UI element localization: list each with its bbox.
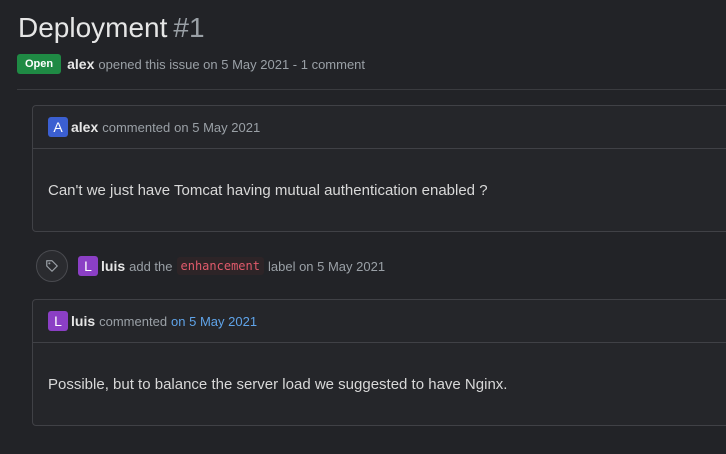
issue-number: #1 [173, 12, 205, 43]
avatar[interactable]: L [78, 256, 98, 276]
event-action: add the [129, 258, 173, 274]
comment-action: commented [102, 119, 171, 135]
status-badge: Open [17, 54, 62, 74]
comment-author-link[interactable]: alex [71, 119, 98, 135]
event-suffix: label on 5 May 2021 [267, 258, 386, 274]
issue-title-text: Deployment [18, 12, 168, 43]
issue-meta: Open alex opened this issue on 5 May 202… [17, 54, 365, 74]
avatar[interactable]: A [48, 117, 68, 137]
tag-icon [36, 250, 68, 282]
event-author-link[interactable]: luis [101, 258, 125, 274]
comment-author-link[interactable]: luis [71, 313, 95, 329]
comment-date[interactable]: on 5 May 2021 [174, 120, 260, 135]
comment-card: L luis commented on 5 May 2021 Possible,… [32, 299, 726, 426]
comment-text: Can't we just have Tomcat having mutual … [48, 181, 488, 199]
timeline-label-event: L luis add the enhancement label on 5 Ma… [36, 250, 385, 282]
label-enhancement[interactable]: enhancement [176, 257, 264, 275]
comment-text: Possible, but to balance the server load… [48, 375, 508, 393]
issue-meta-text: opened this issue on 5 May 2021 - 1 comm… [98, 56, 366, 72]
header-divider [17, 89, 726, 90]
comment-card: A alex commented on 5 May 2021 Can't we … [32, 105, 726, 232]
avatar[interactable]: L [48, 311, 68, 331]
comment-date-link[interactable]: on 5 May 2021 [171, 314, 257, 329]
issue-title: Deployment #1 [18, 12, 205, 44]
comment-body: Possible, but to balance the server load… [33, 343, 726, 425]
comment-body: Can't we just have Tomcat having mutual … [33, 149, 726, 231]
comment-header: A alex commented on 5 May 2021 [33, 106, 726, 149]
issue-page: Deployment #1 Open alex opened this issue… [0, 0, 726, 454]
comment-header: L luis commented on 5 May 2021 [33, 300, 726, 343]
issue-author-link[interactable]: alex [67, 56, 94, 72]
comment-action: commented [99, 313, 168, 329]
